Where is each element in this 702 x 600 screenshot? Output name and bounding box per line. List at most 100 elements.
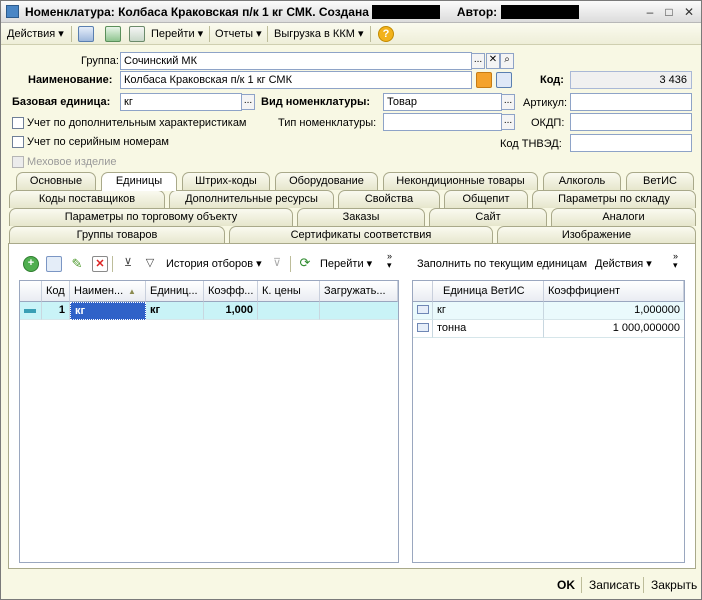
tab-properties[interactable]: Свойства [338,190,440,208]
extra-char-checkbox[interactable] [12,117,24,129]
type-field[interactable] [383,113,502,131]
row-status-icon [20,302,42,320]
right-actions-menu[interactable]: Действия ▾ [595,256,652,272]
goto-list-menu[interactable]: Перейти ▾ [320,256,372,272]
kind-select-button[interactable]: ... [501,94,515,110]
type-select-button[interactable]: ... [501,114,515,130]
help-icon[interactable]: ? [378,26,394,42]
redacted-date [372,5,441,19]
units-grid: Код Наимен... Единиц... Коэфф... К. цены… [19,280,399,563]
vetis-units-grid: Единица ВетИС Коэффициент кг 1,000000 то… [412,280,685,563]
copy-icon[interactable] [129,26,145,42]
right-toolbar-more-icon[interactable]: » ▾ [673,252,678,270]
tab-product-groups[interactable]: Группы товаров [9,226,225,244]
okdp-field[interactable] [570,113,692,131]
grid-header-unit[interactable]: Единиц... [146,281,204,302]
tab-extra-resources[interactable]: Дополнительные ресурсы [169,190,334,208]
fill-by-units-button[interactable]: Заполнить по текущим единицам [417,256,587,272]
delete-icon[interactable]: ✕ [92,256,108,272]
app-icon [6,5,19,18]
tab-analogs[interactable]: Аналоги [551,208,696,226]
okdp-label: ОКДП: [531,117,565,129]
tab-main[interactable]: Основные [16,172,96,190]
export-kkm-menu[interactable]: Выгрузка в ККМ ▾ [274,26,363,42]
vetis-cell-coef[interactable]: 1 000,000000 [544,320,684,338]
article-field[interactable] [570,93,692,111]
cell-name[interactable]: кг [70,302,146,320]
filter-list-icon[interactable]: ⊻ [120,256,136,272]
grid-header-load[interactable]: Загружать... [320,281,398,302]
author-label: Автор: [456,5,498,19]
save-icon[interactable] [78,26,94,42]
tab-catering[interactable]: Общепит [444,190,528,208]
row-icon [413,302,433,320]
window-title-text: Номенклатура: Колбаса Краковская п/к 1 к… [25,5,369,19]
serial-checkbox[interactable] [12,136,24,148]
window: Номенклатура: Колбаса Краковская п/к 1 к… [0,0,702,600]
fur-checkbox[interactable] [12,156,24,168]
extra-char-label: Учет по дополнительным характеристикам [27,117,247,129]
vetis-header-coef[interactable]: Коэффициент [544,281,684,302]
edit-icon[interactable]: ✎ [69,256,85,272]
left-toolbar-more-icon[interactable]: » ▾ [387,252,392,270]
tab-store-params[interactable]: Параметры по торговому объекту [9,208,293,226]
code-field[interactable]: 3 436 [570,71,692,89]
grid-header-price-coef[interactable]: К. цены [258,281,320,302]
close-icon[interactable]: ✕ [681,4,697,20]
cell-load[interactable] [320,302,398,320]
filter-history-menu[interactable]: История отборов ▾ [166,256,262,272]
tab-site[interactable]: Сайт [429,208,547,226]
copy-row-icon[interactable] [46,256,62,272]
ok-button[interactable]: OK [557,575,575,595]
add-icon[interactable]: + [23,256,39,272]
group-clear-icon[interactable]: ✕ [486,53,500,69]
grid-header-code[interactable]: Код [42,281,70,302]
grid-header-coef[interactable]: Коэфф... [204,281,258,302]
close-button[interactable]: Закрыть [651,575,697,595]
tnved-field[interactable] [570,134,692,152]
tab-supplier-codes[interactable]: Коды поставщиков [9,190,165,208]
filter-icon[interactable]: ▽ [142,256,158,272]
sort-asc-icon: ▲ [128,287,136,296]
actions-menu[interactable]: Действия ▾ [7,26,64,42]
vetis-cell-unit[interactable]: кг [433,302,544,320]
clear-filter-icon[interactable]: ⊽ [269,256,285,272]
tab-alcohol[interactable]: Алкоголь [543,172,621,190]
tab-image[interactable]: Изображение [497,226,696,244]
cell-unit[interactable]: кг [146,302,204,320]
maximize-icon[interactable]: □ [661,4,677,20]
vetis-cell-coef[interactable]: 1,000000 [544,302,684,320]
tab-barcodes[interactable]: Штрих-коды [182,172,270,190]
vetis-cell-unit[interactable]: тонна [433,320,544,338]
kind-field[interactable]: Товар [383,93,502,111]
name-label: Наименование: [28,74,113,86]
cell-code[interactable]: 1 [42,302,70,320]
group-search-icon[interactable]: ⌕ [500,53,514,69]
base-unit-field[interactable]: кг [120,93,242,111]
group-select-button[interactable]: ... [471,53,485,69]
grid-header-icon [20,281,42,302]
name-field[interactable]: Колбаса Краковская п/к 1 кг СМК [120,71,472,89]
vetis-header-unit[interactable]: Единица ВетИС [433,281,544,302]
tab-vetis[interactable]: ВетИС [626,172,694,190]
refresh-list-icon[interactable]: ⟳ [297,256,313,272]
tab-certificates[interactable]: Сертификаты соответствия [229,226,493,244]
group-field[interactable]: Сочинский МК [120,52,472,70]
cell-price-coef[interactable] [258,302,320,320]
reports-menu[interactable]: Отчеты ▾ [215,26,262,42]
cell-coef[interactable]: 1,000 [204,302,258,320]
save-button[interactable]: Записать [589,575,640,595]
tab-orders[interactable]: Заказы [297,208,425,226]
goto-menu[interactable]: Перейти ▾ [151,26,203,42]
base-unit-select-button[interactable]: ... [241,94,255,110]
tnved-label: Код ТНВЭД: [500,138,562,150]
tab-units[interactable]: Единицы [101,172,177,191]
minimize-icon[interactable]: – [642,4,658,20]
name-translate-icon[interactable] [476,72,492,88]
tab-warehouse-params[interactable]: Параметры по складу [532,190,696,208]
name-edit-icon[interactable] [496,72,512,88]
tab-substandard[interactable]: Некондиционные товары [383,172,538,190]
refresh-icon[interactable] [105,26,121,42]
kind-label: Вид номенклатуры: [261,96,371,108]
tab-equipment[interactable]: Оборудование [275,172,378,190]
